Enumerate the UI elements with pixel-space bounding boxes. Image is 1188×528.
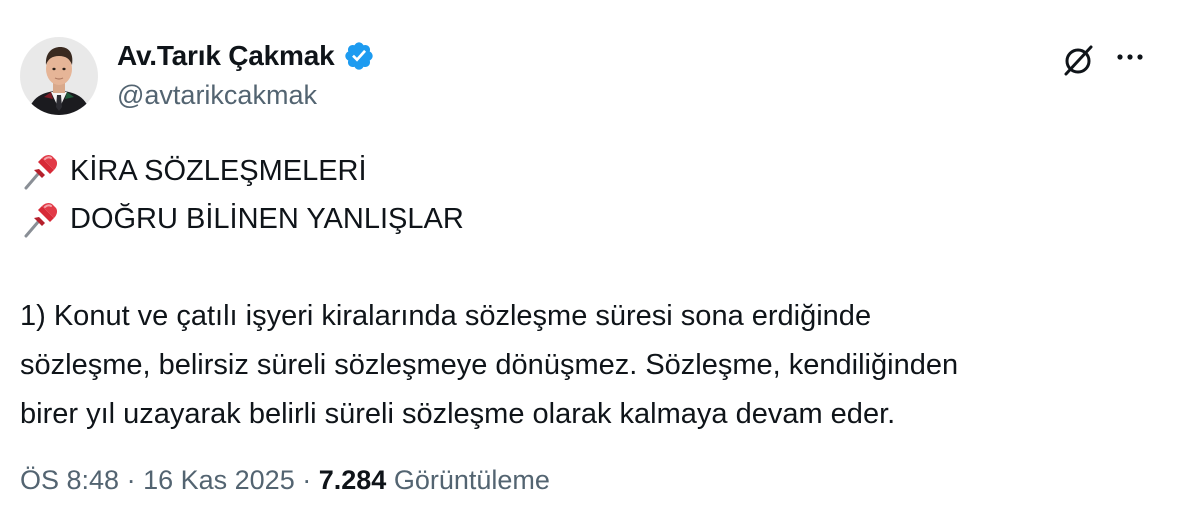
tweet-body-line: sözleşme, belirsiz süreli sözleşmeye dön…	[20, 349, 959, 381]
pushpin-emoji-icon	[24, 154, 58, 190]
meta-separator: ·	[302, 465, 312, 495]
tweet-heading-1: KİRA SÖZLEŞMELERİ	[20, 150, 367, 192]
views-label: Görüntüleme	[393, 465, 550, 495]
meta-separator: ·	[126, 465, 136, 495]
tweet-heading-2: DOĞRU BİLİNEN YANLIŞLAR	[20, 198, 464, 240]
tweet-date: 16 Kas 2025	[143, 465, 295, 495]
views-link[interactable]: 7.284 Görüntüleme	[319, 465, 550, 495]
tweet-time: ÖS 8:48	[20, 465, 120, 495]
author-name-row: Av.Tarık Çakmak	[117, 38, 375, 74]
tweet-heading-1-text: KİRA SÖZLEŞMELERİ	[70, 155, 367, 187]
author-handle[interactable]: @avtarikcakmak	[117, 80, 317, 111]
views-count: 7.284	[318, 465, 387, 495]
tweet-time-link[interactable]: ÖS 8:48 · 16 Kas 2025	[20, 465, 295, 495]
tweet-body-line: 1) Konut ve çatılı işyeri kiralarında sö…	[20, 300, 872, 332]
grok-icon	[1064, 45, 1093, 76]
verified-badge-icon[interactable]	[343, 40, 375, 72]
tweet-body: 1) Konut ve çatılı işyeri kiralarında sö…	[20, 292, 1170, 439]
more-options-button[interactable]	[1110, 40, 1150, 80]
tweet-body-line: birer yıl uzayarak belirli süreli sözleş…	[20, 398, 896, 430]
author-avatar[interactable]	[20, 37, 98, 115]
tweet-heading-2-text: DOĞRU BİLİNEN YANLIŞLAR	[70, 203, 464, 235]
tweet-meta: ÖS 8:48 · 16 Kas 2025 · 7.284 Görüntülem…	[20, 465, 550, 496]
grok-button[interactable]	[1058, 40, 1098, 80]
avatar-image	[20, 37, 98, 115]
pushpin-emoji-icon	[24, 202, 58, 238]
more-icon	[1117, 54, 1143, 60]
author-display-name[interactable]: Av.Tarık Çakmak	[117, 40, 335, 72]
